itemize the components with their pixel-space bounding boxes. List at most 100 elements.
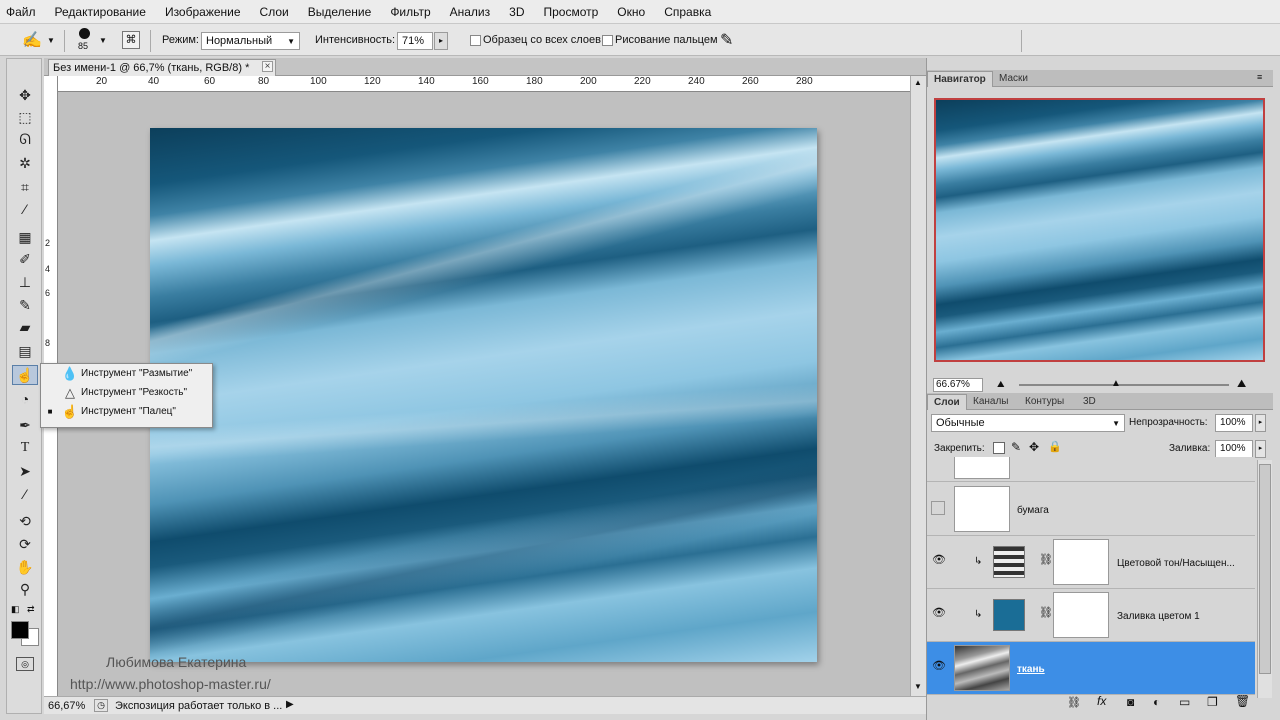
chevron-down-icon[interactable]: ▼ [99,36,107,45]
menu-edit[interactable]: Редактирование [55,5,146,19]
lock-all-icon[interactable]: 🔒 [1048,440,1062,453]
menu-file[interactable]: Файл [6,5,36,19]
zoom-out-icon[interactable]: ⛰ [997,379,1005,390]
status-zoom[interactable]: 66,67% [48,700,85,712]
lock-position-icon[interactable]: ✥ [1029,440,1039,454]
flyout-item-sharpen[interactable]: △ Инструмент "Резкость" [41,383,212,402]
menu-window[interactable]: Окно [617,5,645,19]
mask-link-icon[interactable]: ⛓ [1039,606,1053,619]
3d-rotate-tool-icon[interactable]: ⟲ [12,511,38,531]
brush-tool-icon[interactable]: ✐ [12,249,38,269]
menu-image[interactable]: Изображение [165,5,241,19]
finger-paint-checkbox[interactable] [602,35,613,46]
brush-tip-icon[interactable] [79,28,90,39]
lock-transparency-icon[interactable] [993,442,1005,454]
flyout-item-smudge[interactable]: ■ ☝ Инструмент "Палец" [41,402,212,421]
scroll-down-icon[interactable]: ▼ [914,682,922,691]
link-layers-icon[interactable]: ⛓ [1067,696,1081,709]
status-menu-arrow-icon[interactable]: ▶ [286,699,294,710]
clone-stamp-tool-icon[interactable]: ⊥ [12,272,38,292]
tab-navigator[interactable]: Навигатор [927,71,993,87]
hand-tool-icon[interactable]: ✋ [12,557,38,577]
menu-view[interactable]: Просмотр [543,5,598,19]
sample-all-checkbox[interactable] [470,35,481,46]
pen-tool-icon[interactable]: ✒ [12,415,38,435]
foreground-color-swatch[interactable] [11,621,29,639]
eye-icon[interactable]: 👁 [931,659,947,675]
zoom-in-icon[interactable]: ⛰ [1237,378,1246,391]
history-brush-tool-icon[interactable]: ✎ [12,295,38,315]
lock-pixels-icon[interactable]: ✎ [1011,440,1021,454]
delete-layer-icon[interactable]: 🗑 [1235,694,1250,708]
opacity-input[interactable]: 100% [1215,414,1253,432]
marquee-tool-icon[interactable]: ⬚ [12,107,38,127]
tab-layers[interactable]: Слои [927,394,967,410]
type-tool-icon[interactable]: T [12,438,38,458]
navigator-preview[interactable] [934,98,1265,362]
strength-input[interactable]: 71% [397,32,433,50]
mask-link-icon[interactable]: ⛓ [1039,553,1053,566]
new-layer-icon[interactable]: ❐ [1207,695,1218,709]
chevron-down-icon[interactable]: ▼ [47,36,55,45]
opacity-slider-button[interactable]: ▸ [1255,414,1266,432]
new-group-icon[interactable]: ▭ [1179,695,1190,709]
swap-colors-icon[interactable]: ⇄ [27,604,35,615]
layer-style-icon[interactable]: fx [1097,694,1106,708]
layer-mask-icon[interactable]: ◙ [1127,695,1134,709]
slider-handle[interactable]: ▲ [1111,378,1121,389]
dodge-tool-icon[interactable]: ◔ [12,389,38,409]
zoom-tool-icon[interactable]: ⚲ [12,579,38,599]
menu-filter[interactable]: Фильтр [390,5,430,19]
path-selection-tool-icon[interactable]: ➤ [12,461,38,481]
tab-paths[interactable]: Контуры [1019,394,1070,410]
layer-row-color-fill[interactable]: 👁 ↳ ⛓ Заливка цветом 1 [927,589,1255,642]
flyout-item-blur[interactable]: 💧 Инструмент "Размытие" [41,364,212,383]
mode-select[interactable]: Нормальный ▼ [201,32,300,50]
menu-select[interactable]: Выделение [308,5,372,19]
move-tool-icon[interactable]: ✥ [12,85,38,105]
navigator-zoom-slider[interactable] [1019,384,1229,386]
menu-3d[interactable]: 3D [509,5,524,19]
close-icon[interactable]: × [262,61,273,72]
fill-slider-button[interactable]: ▸ [1255,440,1266,458]
smudge-tool-icon[interactable]: ☝ [12,365,38,385]
status-options-icon[interactable]: ◷ [94,699,108,712]
scroll-thumb[interactable] [1259,464,1271,674]
menu-help[interactable]: Справка [664,5,711,19]
layer-mask-thumbnail[interactable] [1053,539,1109,585]
fill-input[interactable]: 100% [1215,440,1253,458]
visibility-toggle-empty[interactable] [931,501,945,515]
menu-analysis[interactable]: Анализ [450,5,491,19]
eyedropper-tool-icon[interactable]: ⁄ [12,199,38,219]
tablet-pressure-icon[interactable]: ✎ [720,30,733,50]
3d-orbit-tool-icon[interactable]: ⟳ [12,534,38,554]
layer-name[interactable]: ткань [1017,664,1045,675]
strength-slider-button[interactable]: ▸ [434,32,448,50]
vertical-scrollbar[interactable]: ▲ ▼ [910,76,926,696]
blend-mode-select[interactable]: Обычные ▼ [931,414,1125,432]
layer-row-hue-saturation[interactable]: 👁 ↳ ⛓ Цветовой тон/Насыщен... [927,536,1255,589]
menu-layers[interactable]: Слои [260,5,289,19]
tab-3d[interactable]: 3D [1077,394,1102,410]
layer-row-paper[interactable]: бумага [927,483,1255,536]
navigator-zoom-input[interactable]: 66.67% [933,378,983,392]
layer-mask-thumbnail[interactable] [1053,592,1109,638]
lasso-tool-icon[interactable]: ᘏ [12,129,38,149]
panel-menu-icon[interactable]: ≡ [1257,72,1262,82]
crop-tool-icon[interactable]: ⌗ [12,177,38,197]
quick-mask-icon[interactable]: ◎ [16,657,34,671]
line-tool-icon[interactable]: ⁄ [12,484,38,504]
default-colors-icon[interactable]: ◧ [11,604,20,615]
eye-icon[interactable]: 👁 [931,606,947,622]
layer-row-fabric[interactable]: 👁 ткань [927,642,1255,695]
layer-row-partial[interactable] [927,457,1255,482]
brush-panel-icon[interactable]: ⌘ [122,31,140,49]
healing-brush-tool-icon[interactable]: ▦ [12,227,38,247]
layers-scrollbar[interactable] [1257,460,1272,698]
magic-wand-tool-icon[interactable]: ✲ [12,153,38,173]
gradient-tool-icon[interactable]: ▤ [12,341,38,361]
document-tab[interactable]: Без имени-1 @ 66,7% (ткань, RGB/8) * [48,59,276,76]
adjustment-layer-icon[interactable]: ◐ [1153,695,1160,709]
smudge-tool-preset-icon[interactable]: ✍ [22,30,42,50]
tab-masks[interactable]: Маски [993,71,1034,87]
